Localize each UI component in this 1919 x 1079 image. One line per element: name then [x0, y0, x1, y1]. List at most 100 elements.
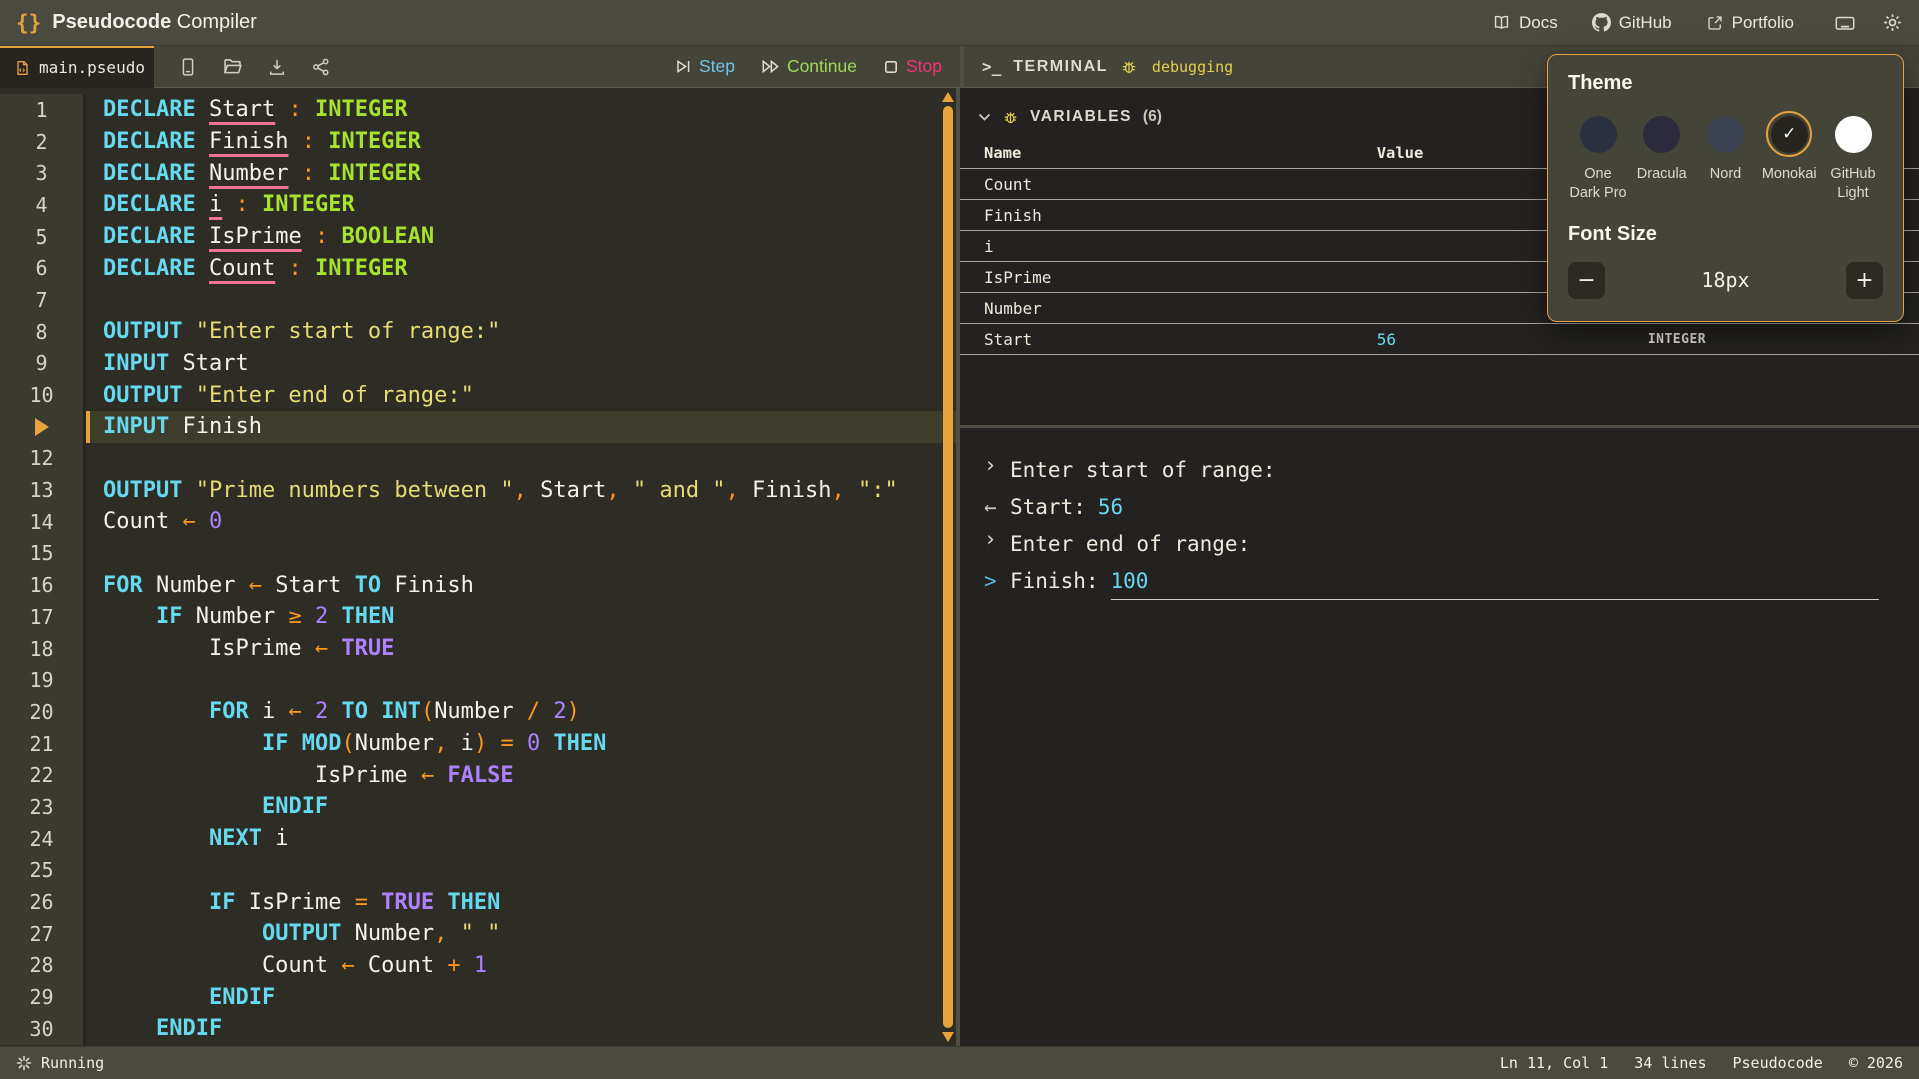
code-text: ENDIF: [86, 791, 956, 823]
code-text: OUTPUT "Enter start of range:": [86, 316, 956, 348]
code-line[interactable]: 13OUTPUT "Prime numbers between ", Start…: [0, 474, 956, 506]
code-line[interactable]: 5DECLARE IsPrime : BOOLEAN: [0, 221, 956, 253]
prompt-icon: ›: [984, 527, 1010, 551]
code-text: INPUT Start: [86, 348, 956, 380]
code-line[interactable]: 15: [0, 538, 956, 570]
code-line[interactable]: 2DECLARE Finish : INTEGER: [0, 126, 956, 158]
code-line[interactable]: 30 ENDIF: [0, 1013, 956, 1045]
code-line[interactable]: 24 NEXT i: [0, 823, 956, 855]
echoed-value: 56: [1098, 495, 1123, 519]
running-label: Running: [41, 1054, 104, 1072]
line-number: 4: [0, 189, 86, 221]
editor-scrollbar[interactable]: [942, 104, 954, 1030]
notebook-icon[interactable]: [178, 57, 198, 77]
code-text: [86, 284, 956, 316]
line-number: 14: [0, 506, 86, 538]
code-line[interactable]: 9INPUT Start: [0, 348, 956, 380]
code-line[interactable]: 6DECLARE Count : INTEGER: [0, 252, 956, 284]
terminal-title: TERMINAL: [1013, 58, 1108, 76]
line-number: 3: [0, 157, 86, 189]
folder-open-icon[interactable]: [222, 56, 243, 77]
code-line[interactable]: 3DECLARE Number : INTEGER: [0, 157, 956, 189]
line-number: 22: [0, 759, 86, 791]
run-status: Running: [16, 1054, 104, 1072]
code-line[interactable]: 18 IsPrime ← TRUE: [0, 633, 956, 665]
code-line[interactable]: 21 IF MOD(Number, i) = 0 THEN: [0, 728, 956, 760]
prompt-icon: ←: [984, 495, 1010, 519]
font-size-increase-button[interactable]: +: [1846, 262, 1883, 299]
code-line[interactable]: INPUT Finish: [0, 411, 956, 443]
code-text: DECLARE Finish : INTEGER: [86, 126, 956, 158]
code-line[interactable]: 29 ENDIF: [0, 981, 956, 1013]
stop-button[interactable]: Stop: [883, 56, 942, 77]
tab-filename: main.pseudo: [39, 58, 145, 77]
variables-count: (6): [1143, 108, 1162, 126]
terminal-input-line: >Finish:100: [984, 569, 1879, 600]
theme-option-dracula[interactable]: Dracula: [1632, 111, 1692, 203]
code-line[interactable]: 7: [0, 284, 956, 316]
code-line[interactable]: 17 IF Number ≥ 2 THEN: [0, 601, 956, 633]
github-icon: [1592, 13, 1611, 32]
output-text: Start:: [1010, 495, 1086, 519]
variable-value: 56: [1377, 330, 1648, 349]
line-number: 15: [0, 538, 86, 570]
code-line[interactable]: 26 IF IsPrime = TRUE THEN: [0, 886, 956, 918]
code-editor[interactable]: 1DECLARE Start : INTEGER2DECLARE Finish …: [0, 88, 960, 1046]
font-size-value: 18px: [1605, 268, 1846, 292]
code-line[interactable]: 22 IsPrime ← FALSE: [0, 759, 956, 791]
top-bar: {} Pseudocode Compiler Docs GitHub Portf…: [0, 0, 1919, 46]
line-number: 20: [0, 696, 86, 728]
code-text: [86, 664, 956, 696]
line-number: 29: [0, 981, 86, 1013]
code-line[interactable]: 25: [0, 855, 956, 887]
keyboard-shortcuts-icon[interactable]: [1834, 12, 1856, 34]
code-text: NEXT i: [86, 823, 956, 855]
scroll-down-arrow[interactable]: [942, 1032, 954, 1042]
theme-option-nord[interactable]: Nord: [1696, 111, 1756, 203]
code-line[interactable]: 12: [0, 443, 956, 475]
scrollbar-thumb[interactable]: [943, 106, 953, 1028]
docs-link[interactable]: Docs: [1492, 13, 1558, 33]
theme-option-label: One Dark Pro: [1568, 165, 1628, 203]
code-text: ENDIF: [86, 1013, 956, 1045]
step-button[interactable]: Step: [675, 56, 735, 77]
code-line[interactable]: 1DECLARE Start : INTEGER: [0, 94, 956, 126]
share-icon[interactable]: [311, 57, 331, 77]
code-line[interactable]: 14Count ← 0: [0, 506, 956, 538]
line-number: 10: [0, 379, 86, 411]
download-icon[interactable]: [267, 57, 287, 77]
code-line[interactable]: 4DECLARE i : INTEGER: [0, 189, 956, 221]
github-link[interactable]: GitHub: [1592, 13, 1672, 33]
code-line[interactable]: 28 Count ← Count + 1: [0, 950, 956, 982]
code-line[interactable]: 19: [0, 664, 956, 696]
code-line[interactable]: 8OUTPUT "Enter start of range:": [0, 316, 956, 348]
code-line[interactable]: 23 ENDIF: [0, 791, 956, 823]
book-icon: [1492, 13, 1511, 32]
code-text: DECLARE Start : INTEGER: [86, 94, 956, 126]
line-number: 16: [0, 569, 86, 601]
portfolio-link[interactable]: Portfolio: [1706, 13, 1794, 33]
font-size-decrease-button[interactable]: −: [1568, 262, 1605, 299]
code-line[interactable]: 27 OUTPUT Number, " ": [0, 918, 956, 950]
continue-button[interactable]: Continue: [761, 56, 857, 77]
terminal-input-field[interactable]: 100: [1111, 569, 1879, 600]
code-text: ENDIF: [86, 981, 956, 1013]
theme-option-github-light[interactable]: GitHub Light: [1823, 111, 1883, 203]
scroll-up-arrow[interactable]: [942, 92, 954, 102]
code-text: IsPrime ← FALSE: [86, 759, 956, 791]
tab-main-pseudo[interactable]: main.pseudo: [0, 46, 154, 88]
prompt-icon: ›: [984, 453, 1010, 477]
code-line[interactable]: 16FOR Number ← Start TO Finish: [0, 569, 956, 601]
code-line[interactable]: 20 FOR i ← 2 TO INT(Number / 2): [0, 696, 956, 728]
settings-gear-icon[interactable]: [1882, 12, 1903, 33]
variable-name: Count: [984, 175, 1377, 194]
braces-logo-icon: {}: [16, 11, 41, 35]
code-line[interactable]: 10OUTPUT "Enter end of range:": [0, 379, 956, 411]
line-number: 25: [0, 855, 86, 887]
variable-type: INTEGER: [1648, 332, 1919, 347]
language-label: Pseudocode: [1733, 1054, 1823, 1072]
bug-icon: [1120, 58, 1138, 76]
theme-option-one-dark-pro[interactable]: One Dark Pro: [1568, 111, 1628, 203]
theme-option-monokai[interactable]: ✓Monokai: [1759, 111, 1819, 203]
code-text: Count ← 0: [86, 506, 956, 538]
